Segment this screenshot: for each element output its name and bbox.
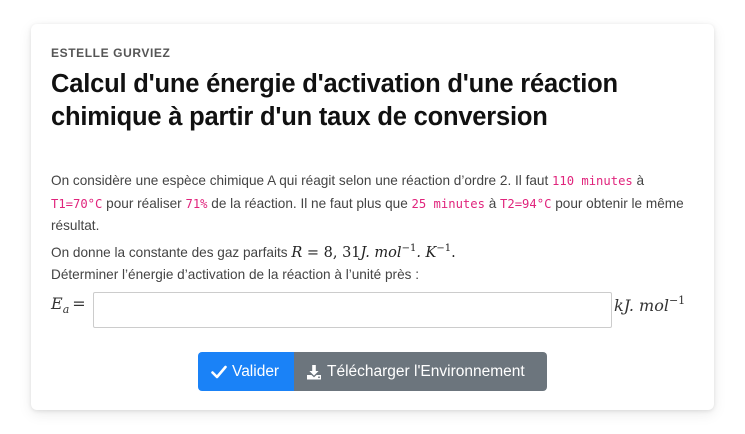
download-icon [306,364,322,380]
statement-paragraph-2: On donne la constante des gaz parfaits R… [51,238,697,265]
answer-equals: = [72,294,86,313]
action-buttons: Valider Télécharger l'Environnement [198,352,547,391]
formula-exponent: −1 [401,242,417,254]
validate-button-label: Valider [232,362,280,380]
formula-value: 8, 31 [323,244,361,261]
exercise-card: ESTELLE GURVIEZ Calcul d'une énergie d'a… [31,24,714,410]
unit-exponent: −1 [668,294,686,307]
check-icon [211,365,227,379]
statement-text: pour réaliser [102,195,186,211]
statement-text: de la réaction. Il ne faut plus que [207,195,412,211]
formula-end: . [451,244,456,261]
statement-text: On donne la constante des gaz parfaits [51,244,292,260]
conversion-rate: 71% [185,196,208,211]
formula-equals: = [302,244,324,261]
formula-unit: J. mol [360,244,402,261]
author-label: ESTELLE GURVIEZ [51,46,171,60]
statement-paragraph-1: On considère une espèce chimique A qui r… [51,170,697,238]
statement-text: à [484,195,501,211]
answer-symbol: E [51,294,63,313]
temperature-1: T1=70°C [51,196,103,211]
statement-text: On considère une espèce chimique A qui r… [51,173,553,188]
gas-constant-formula: R = 8, 31J. mol−1. K−1. [291,242,456,261]
validate-button[interactable]: Valider [198,352,294,391]
formula-exponent: −1 [436,242,452,254]
answer-input[interactable] [93,292,612,328]
statement-text: à [632,173,645,188]
download-environment-button[interactable]: Télécharger l'Environnement [294,352,547,391]
unit-text: kJ. mol [614,296,669,315]
answer-subscript: a [62,303,70,316]
exercise-statement: On considère une espèce chimique A qui r… [51,170,697,287]
formula-symbol: R [291,244,303,261]
exercise-title: Calcul d'une énergie d'activation d'une … [51,70,618,131]
answer-label: Ea = [51,294,86,316]
answer-unit: kJ. mol−1 [614,294,685,315]
duration-1: 110 minutes [552,174,633,188]
answer-row: Ea = kJ. mol−1 [51,290,697,330]
formula-unit: . K [416,244,437,261]
temperature-2: T2=94°C [500,196,552,211]
download-button-label: Télécharger l'Environnement [327,362,525,380]
duration-2: 25 minutes [411,196,485,211]
statement-question: Déterminer l’énergie d’activation de la … [51,267,419,282]
